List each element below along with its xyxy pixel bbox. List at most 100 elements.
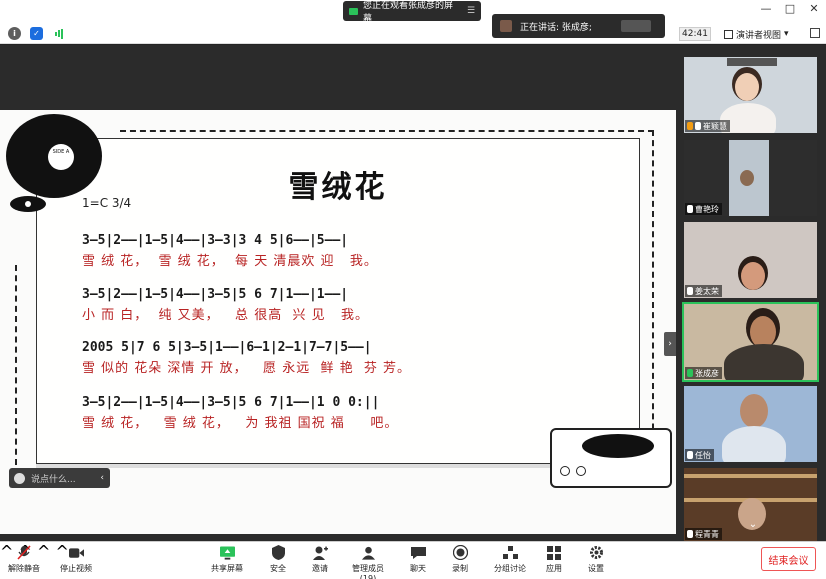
emoji-icon[interactable] xyxy=(14,472,25,484)
share-banner-text: 您正在观看张成彦的屏幕 xyxy=(363,1,454,24)
share-screen-button[interactable]: 共享屏幕 xyxy=(208,545,246,574)
quick-chat-input[interactable]: 说点什么... ‹ xyxy=(9,468,110,488)
speaker-view-button[interactable]: 演讲者视图 ▾ xyxy=(724,27,789,41)
participants-button[interactable]: 管理成员(19) xyxy=(344,545,392,579)
participant-tile[interactable]: 曹艳玲 xyxy=(684,140,817,216)
share-banner[interactable]: 您正在观看张成彦的屏幕 ☰ xyxy=(343,1,481,24)
avatar xyxy=(500,20,512,32)
participant-name: 程青青 xyxy=(685,528,722,540)
apps-label: 应用 xyxy=(546,564,562,573)
video-camera-icon xyxy=(68,545,84,560)
apps-grid-icon xyxy=(547,545,562,560)
song-key: 1=C 3/4 xyxy=(82,196,132,210)
invite-label: 邀请 xyxy=(312,564,328,573)
mic-muted-icon xyxy=(17,545,32,560)
fullscreen-icon[interactable] xyxy=(810,28,820,38)
video-button[interactable]: 停止视频 xyxy=(56,545,96,574)
lyrics-line-3: 雪 似的 花朵 深情 开 放， 愿 永远 鲜 艳 芬 芳。 xyxy=(82,361,411,376)
notation-line-3: 2005 5|7 6 5|3—5|1——|6—1|2—1|7—7|5——| xyxy=(82,340,372,355)
participant-name: 崔颖慧 xyxy=(685,120,730,132)
lyrics-line-4: 雪 绒 花， 雪 绒 花， 为 我祖 国祝 福 吧。 xyxy=(82,416,399,431)
mic-muted-icon xyxy=(687,287,693,295)
shield-icon xyxy=(271,545,286,560)
end-meeting-button[interactable]: 结束会议 xyxy=(761,547,816,571)
info-icon[interactable]: i xyxy=(8,27,21,40)
participant-name-text: 崔颖慧 xyxy=(703,121,727,131)
participant-name: 张成彦 xyxy=(685,367,722,379)
speaking-text: 正在讲话: 张成彦; xyxy=(520,22,592,33)
participant-tile[interactable]: 张成彦 xyxy=(682,302,819,382)
share-screen-icon xyxy=(219,545,235,560)
title-bar: 您正在观看张成彦的屏幕 ☰ — □ ✕ xyxy=(0,0,826,24)
gear-icon xyxy=(589,545,604,560)
participant-video xyxy=(722,426,786,462)
chevron-left-icon[interactable]: ‹ xyxy=(100,473,104,483)
participant-video xyxy=(740,394,768,428)
record-button[interactable]: 录制 xyxy=(446,545,474,574)
lyrics-line-2: 小 而 白， 纯 又美， 总 很高 兴 见 我。 xyxy=(82,308,369,323)
participant-name-text: 程青青 xyxy=(695,529,719,539)
shield-icon[interactable]: ✓ xyxy=(30,27,43,40)
participant-name-text: 张成彦 xyxy=(695,368,719,378)
view-grid-icon xyxy=(724,29,733,39)
turntable-icon xyxy=(550,428,672,488)
participant-name: 姜太荣 xyxy=(685,285,722,297)
participant-name-text: 姜太荣 xyxy=(695,286,719,296)
record-icon xyxy=(452,545,468,560)
mic-muted-icon xyxy=(687,530,693,538)
participant-name-text: 曹艳玲 xyxy=(695,204,719,214)
breakout-rooms-icon xyxy=(502,545,518,560)
screen-share-icon xyxy=(349,7,358,15)
shared-screen: SIDE A 雪绒花 1=C 3/4 3—5|2——|1—5|4——|3—3|3… xyxy=(0,45,676,541)
active-speaker-toast: 正在讲话: 张成彦; xyxy=(492,14,665,38)
user-icon xyxy=(687,122,693,130)
users-icon xyxy=(361,545,376,560)
participant-tile[interactable]: 任怡 xyxy=(684,386,817,462)
share-label: 共享屏幕 xyxy=(211,564,243,573)
notation-line-2: 3—5|2——|1—5|4——|3—5|5 6 7|1——|1——| xyxy=(82,287,349,302)
chat-placeholder: 说点什么... xyxy=(31,474,76,485)
speaker-video-thumb xyxy=(621,20,651,32)
scroll-down-icon[interactable]: ⌄ xyxy=(744,519,762,533)
participant-tile[interactable]: 姜太荣 xyxy=(684,222,817,298)
participant-name: 曹艳玲 xyxy=(685,203,722,215)
participant-name: 任怡 xyxy=(685,449,714,461)
mic-muted-icon xyxy=(695,122,701,130)
invite-button[interactable]: 邀请 xyxy=(306,545,334,574)
turntable-knob xyxy=(576,466,586,476)
minimize-button[interactable]: — xyxy=(760,2,772,15)
notation-line-4: 3—5|2——|1—5|4——|3—5|5 6 7|1——|1 0 0:|| xyxy=(82,395,380,410)
add-user-icon xyxy=(312,545,328,560)
turntable-knob xyxy=(560,466,570,476)
maximize-button[interactable]: □ xyxy=(784,2,796,15)
settings-button[interactable]: 设置 xyxy=(582,545,610,574)
apps-button[interactable]: 应用 xyxy=(540,545,568,574)
settings-label: 设置 xyxy=(588,564,604,573)
unmute-button[interactable]: 解除静音 xyxy=(6,545,42,574)
security-button[interactable]: 安全 xyxy=(264,545,292,574)
meeting-toolbar: i ✓ 42:41 演讲者视图 ▾ xyxy=(0,24,826,44)
chat-label: 聊天 xyxy=(410,564,426,573)
notation-line-1: 3—5|2——|1—5|4——|3—3|3 4 5|6——|5——| xyxy=(82,233,349,248)
close-button[interactable]: ✕ xyxy=(808,2,820,15)
collapse-gallery-button[interactable]: › xyxy=(664,332,676,356)
participant-name-text: 任怡 xyxy=(695,450,711,460)
participant-video xyxy=(684,474,817,478)
chat-bubble-icon xyxy=(410,545,426,560)
meeting-window: 您正在观看张成彦的屏幕 ☰ — □ ✕ i ✓ 42:41 演讲者视图 ▾ SI… xyxy=(0,0,826,579)
mic-active-icon xyxy=(687,369,693,377)
mic-muted-icon xyxy=(687,451,693,459)
signal-icon[interactable] xyxy=(53,27,66,40)
window-controls: — □ ✕ xyxy=(760,2,820,15)
unmute-label: 解除静音 xyxy=(8,564,40,573)
mic-muted-icon xyxy=(687,205,693,213)
participants-label: 管理成员(19) xyxy=(352,564,384,579)
breakout-button[interactable]: 分组讨论 xyxy=(492,545,528,574)
menu-icon[interactable]: ☰ xyxy=(467,6,475,16)
gallery-drag-handle[interactable] xyxy=(727,58,777,66)
participant-tile[interactable]: 崔颖慧 xyxy=(684,57,817,133)
turntable-disc xyxy=(582,434,654,458)
view-label: 演讲者视图 xyxy=(736,30,782,41)
participant-video xyxy=(735,73,759,101)
chat-button[interactable]: 聊天 xyxy=(404,545,432,574)
